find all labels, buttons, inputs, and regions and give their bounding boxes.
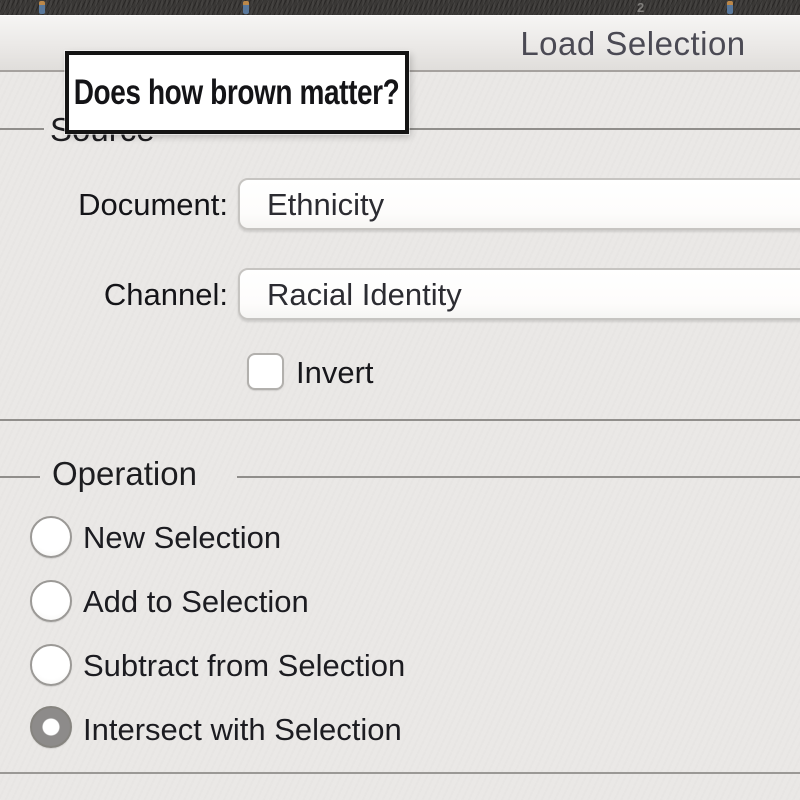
- invert-checkbox-label[interactable]: Invert: [296, 355, 374, 391]
- radio-subtract-from-selection-label[interactable]: Subtract from Selection: [83, 648, 405, 684]
- radio-subtract-from-selection[interactable]: [30, 644, 72, 686]
- background-figure-mark: [243, 1, 249, 14]
- invert-checkbox[interactable]: [247, 353, 284, 390]
- bottom-divider: [0, 772, 800, 774]
- channel-dropdown[interactable]: Racial Identity: [238, 268, 800, 320]
- source-legend-rule-left: [0, 128, 44, 130]
- caption-text: Does how brown matter?: [74, 73, 400, 113]
- radio-new-selection[interactable]: [30, 516, 72, 558]
- radio-add-to-selection[interactable]: [30, 580, 72, 622]
- document-dropdown-value: Ethnicity: [240, 180, 800, 229]
- section-divider: [0, 419, 800, 421]
- radio-intersect-with-selection-label[interactable]: Intersect with Selection: [83, 712, 402, 748]
- background-figure-mark: [39, 1, 45, 14]
- radio-intersect-with-selection[interactable]: [30, 706, 72, 748]
- screenshot-root: 2 Load Selection Source Document: Ethnic…: [0, 0, 800, 800]
- radio-add-to-selection-label[interactable]: Add to Selection: [83, 584, 309, 620]
- operation-legend-rule-right: [237, 476, 800, 478]
- background-figure-mark: [727, 1, 733, 14]
- caption-box: Does how brown matter?: [65, 51, 409, 134]
- dialog-title: Load Selection: [500, 15, 766, 70]
- channel-dropdown-value: Racial Identity: [240, 270, 800, 319]
- background-photo-strip: 2: [0, 0, 800, 15]
- background-photo-glyph: 2: [637, 0, 644, 15]
- channel-label: Channel:: [0, 277, 228, 313]
- operation-legend-rule-left: [0, 476, 40, 478]
- radio-new-selection-label[interactable]: New Selection: [83, 520, 281, 556]
- document-label: Document:: [0, 187, 228, 223]
- document-dropdown[interactable]: Ethnicity: [238, 178, 800, 230]
- operation-section-legend: Operation: [52, 455, 197, 493]
